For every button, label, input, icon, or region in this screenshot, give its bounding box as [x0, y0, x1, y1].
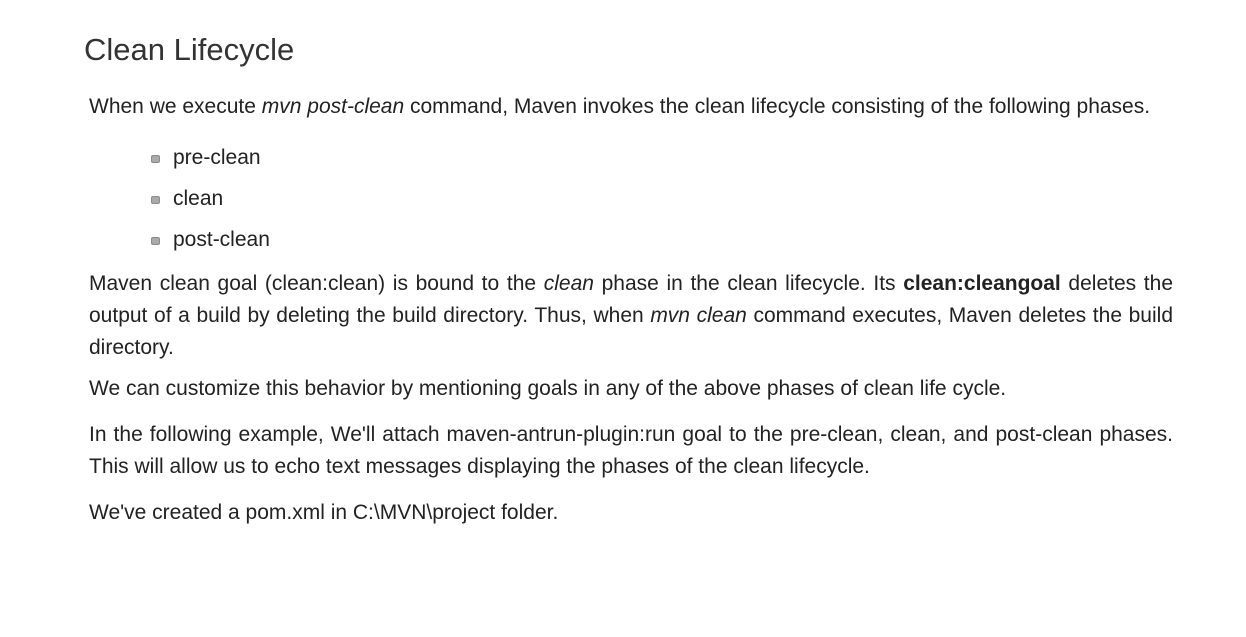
- pom-paragraph: We've created a pom.xml in C:\MVN\projec…: [89, 501, 559, 524]
- example-paragraph: In the following example, We'll attach m…: [89, 423, 1173, 478]
- square-bullet-icon: [151, 154, 160, 163]
- goal-name: clean:cleangoal: [903, 272, 1061, 295]
- phase-label: pre-clean: [173, 146, 261, 169]
- goal-paragraph: Maven clean goal (clean:clean) is bound …: [89, 268, 1173, 364]
- goal-command: mvn clean: [650, 304, 747, 327]
- goal-phase-name: clean: [543, 272, 594, 295]
- square-bullet-icon: [151, 236, 160, 245]
- page: Clean Lifecycle When we execute mvn post…: [0, 0, 1246, 637]
- page-title: Clean Lifecycle: [84, 32, 295, 67]
- phase-label: post-clean: [173, 228, 270, 251]
- customize-paragraph: We can customize this behavior by mentio…: [89, 377, 1007, 400]
- intro-paragraph: When we execute mvn post-clean command, …: [89, 91, 1173, 123]
- list-item: pre-clean: [151, 137, 1173, 178]
- article-content: Clean Lifecycle When we execute mvn post…: [84, 30, 1173, 529]
- intro-text-1: When we execute: [89, 95, 262, 118]
- intro-text-2: command, Maven invokes the clean lifecyc…: [404, 95, 1151, 118]
- phase-label: clean: [173, 187, 224, 210]
- goal-text-1: Maven clean goal (clean:clean) is bound …: [89, 272, 544, 295]
- intro-command: mvn post-clean: [261, 95, 405, 118]
- list-item: clean: [151, 178, 1173, 219]
- goal-text-2: phase in the clean lifecycle. Its: [593, 272, 904, 295]
- list-item: post-clean: [151, 219, 1173, 260]
- phase-list: pre-clean clean post-clean: [89, 137, 1173, 260]
- square-bullet-icon: [151, 195, 160, 204]
